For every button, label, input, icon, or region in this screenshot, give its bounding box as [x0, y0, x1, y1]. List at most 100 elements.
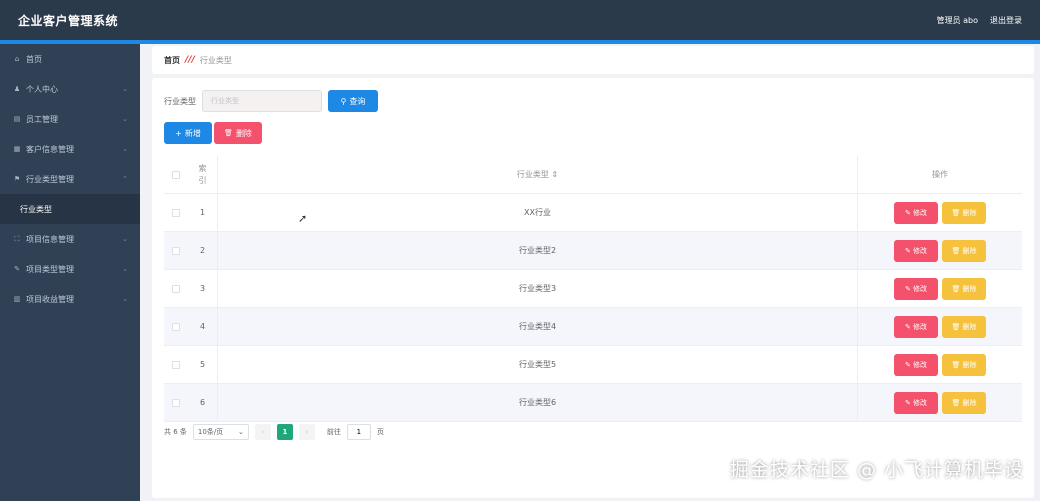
delete-button[interactable]: 🗑 删除 — [942, 315, 986, 338]
table-row: 2 行业类型2 ✎ 修改 🗑 删除 — [164, 232, 1022, 270]
row-index: 3 — [188, 270, 218, 307]
search-input[interactable] — [202, 90, 322, 112]
row-checkbox[interactable] — [172, 360, 180, 369]
edit-button[interactable]: ✎ 修改 — [894, 315, 938, 338]
plus-icon: + — [175, 128, 182, 138]
delete-button[interactable]: 🗑 删除 — [942, 201, 986, 224]
search-icon: ⚲ — [340, 96, 347, 106]
sidebar-item-project-info[interactable]: ⛶ 项目信息管理 ⌄ — [0, 224, 140, 254]
row-checkbox-cell — [164, 308, 188, 345]
sidebar-item-label: 项目收益管理 — [26, 294, 74, 304]
row-index: 4 — [188, 308, 218, 345]
content-panel: 行业类型 ⚲ 查询 + 新增 🗑 删除 索引 行业类型 ⇕ 操作 — [152, 78, 1034, 498]
sidebar-item-label: 个人中心 — [26, 84, 58, 94]
sidebar-subitem-industry-type[interactable]: 行业类型 — [0, 194, 140, 224]
prev-page-button[interactable]: ‹ — [254, 424, 271, 440]
sidebar-item-label: 首页 — [26, 54, 42, 64]
chevron-down-icon: ⌄ — [122, 145, 128, 153]
row-actions: ✎ 修改 🗑 删除 — [858, 270, 1022, 307]
total-count: 共 6 条 — [164, 428, 187, 436]
next-page-button[interactable]: › — [298, 424, 315, 440]
main-content: 首页 /// 行业类型 行业类型 ⚲ 查询 + 新增 🗑 删除 — [140, 44, 1040, 501]
sidebar-item-label: 项目类型管理 — [26, 264, 74, 274]
watermark: 掘金技术社区 @ 小飞计算机毕设 — [729, 459, 1024, 481]
chart-icon: ▥ — [13, 295, 21, 303]
sidebar-item-home[interactable]: ⌂ 首页 — [0, 44, 140, 74]
row-checkbox[interactable] — [172, 284, 180, 293]
row-actions: ✎ 修改 🗑 删除 — [858, 384, 1022, 421]
page-size-select[interactable]: 10条/页 ⌄ — [192, 424, 249, 440]
breadcrumb-home[interactable]: 首页 — [164, 55, 180, 66]
query-button-label: 查询 — [349, 96, 366, 106]
search-label: 行业类型 — [164, 96, 196, 106]
sidebar-item-label: 行业类型 — [20, 204, 52, 214]
sidebar-item-employees[interactable]: ▤ 员工管理 ⌄ — [0, 104, 140, 134]
logout-link[interactable]: 退出登录 — [990, 15, 1022, 26]
row-checkbox-cell — [164, 194, 188, 231]
chevron-down-icon: ⌄ — [122, 115, 128, 123]
sidebar-item-label: 员工管理 — [26, 114, 58, 124]
select-all-cell — [164, 156, 188, 193]
delete-button[interactable]: 🗑 删除 — [942, 239, 986, 262]
pagination: 共 6 条 10条/页 ⌄ ‹ 1 › 前往 页 — [164, 424, 384, 440]
industry-table: 索引 行业类型 ⇕ 操作 1 XX行业 ✎ 修改 🗑 删除 2 行业类型2 ✎ … — [164, 156, 1022, 422]
sidebar-item-project-type[interactable]: ✎ 项目类型管理 ⌄ — [0, 254, 140, 284]
edit-button[interactable]: ✎ 修改 — [894, 277, 938, 300]
mouse-cursor-icon: ➚ — [298, 212, 308, 225]
row-checkbox-cell — [164, 384, 188, 421]
row-checkbox-cell — [164, 346, 188, 383]
sidebar: ⌂ 首页 ♟ 个人中心 ⌄ ▤ 员工管理 ⌄ ▦ 客户信息管理 ⌄ ⚑ 行业类型… — [0, 44, 140, 501]
user-icon: ♟ — [13, 85, 21, 93]
row-checkbox[interactable] — [172, 246, 180, 255]
staff-icon: ▤ — [13, 115, 21, 123]
row-type: XX行业 — [218, 194, 858, 231]
add-button[interactable]: + 新增 — [164, 122, 212, 144]
header-index-label: 索引 — [198, 163, 207, 185]
row-checkbox[interactable] — [172, 322, 180, 331]
sidebar-item-label: 客户信息管理 — [26, 144, 74, 154]
row-index: 2 — [188, 232, 218, 269]
row-checkbox[interactable] — [172, 398, 180, 407]
row-checkbox[interactable] — [172, 208, 180, 217]
page-unit-label: 页 — [376, 428, 384, 436]
top-header: 企业客户管理系统 管理员 abo 退出登录 — [0, 0, 1040, 40]
header-index: 索引 — [188, 156, 218, 193]
page-number-current[interactable]: 1 — [276, 424, 293, 440]
flag-icon: ⚑ — [13, 175, 21, 183]
edit-button[interactable]: ✎ 修改 — [894, 353, 938, 376]
row-actions: ✎ 修改 🗑 删除 — [858, 308, 1022, 345]
page-size-value: 10条/页 — [197, 428, 224, 436]
action-bar: + 新增 🗑 删除 — [164, 122, 262, 144]
table-row: 1 XX行业 ✎ 修改 🗑 删除 — [164, 194, 1022, 232]
edit-icon: ✎ — [14, 265, 20, 273]
sidebar-item-project-revenue[interactable]: ▥ 项目收益管理 ⌄ — [0, 284, 140, 314]
sidebar-item-customers[interactable]: ▦ 客户信息管理 ⌄ — [0, 134, 140, 164]
row-checkbox-cell — [164, 270, 188, 307]
delete-button[interactable]: 🗑 删除 — [942, 391, 986, 414]
table-row: 4 行业类型4 ✎ 修改 🗑 删除 — [164, 308, 1022, 346]
chevron-down-icon: ⌄ — [238, 428, 244, 436]
row-actions: ✎ 修改 🗑 删除 — [858, 194, 1022, 231]
query-button[interactable]: ⚲ 查询 — [328, 90, 378, 112]
table-row: 6 行业类型6 ✎ 修改 🗑 删除 — [164, 384, 1022, 422]
sidebar-item-industry[interactable]: ⚑ 行业类型管理 ⌃ — [0, 164, 140, 194]
delete-button[interactable]: 🗑 删除 — [942, 277, 986, 300]
breadcrumb-separator: /// — [185, 55, 195, 65]
delete-button[interactable]: 🗑 删除 — [942, 353, 986, 376]
app-title: 企业客户管理系统 — [18, 13, 119, 28]
delete-button-label: 删除 — [235, 128, 252, 138]
goto-page-input[interactable] — [346, 424, 371, 440]
table-row: 3 行业类型3 ✎ 修改 🗑 删除 — [164, 270, 1022, 308]
row-index: 6 — [188, 384, 218, 421]
sidebar-item-profile[interactable]: ♟ 个人中心 ⌄ — [0, 74, 140, 104]
edit-button[interactable]: ✎ 修改 — [894, 239, 938, 262]
trash-icon: 🗑 — [224, 129, 233, 137]
add-button-label: 新增 — [184, 128, 201, 138]
select-all-checkbox[interactable] — [172, 170, 180, 179]
header-type[interactable]: 行业类型 ⇕ — [218, 156, 858, 193]
edit-button[interactable]: ✎ 修改 — [894, 391, 938, 414]
row-checkbox-cell — [164, 232, 188, 269]
edit-button[interactable]: ✎ 修改 — [894, 201, 938, 224]
project-icon: ⛶ — [14, 234, 20, 243]
batch-delete-button[interactable]: 🗑 删除 — [214, 122, 262, 144]
